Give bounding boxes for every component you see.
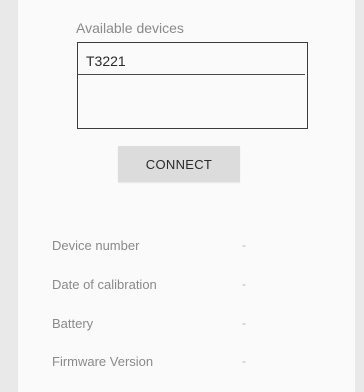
- battery-value: -: [242, 316, 246, 330]
- available-devices-label: Available devices: [76, 20, 184, 36]
- date-of-calibration-value: -: [242, 277, 246, 291]
- device-number-value: -: [242, 238, 246, 252]
- battery-label: Battery: [52, 316, 94, 331]
- device-list-item-label: T3221: [86, 53, 126, 69]
- available-devices-list[interactable]: T3221: [77, 42, 308, 129]
- connect-button[interactable]: CONNECT: [118, 146, 240, 182]
- firmware-version-label: Firmware Version: [52, 354, 154, 369]
- firmware-version-value: -: [242, 354, 246, 368]
- device-number-label: Device number: [52, 238, 140, 253]
- device-list-item[interactable]: T3221: [78, 43, 305, 75]
- date-of-calibration-label: Date of calibration: [52, 277, 157, 292]
